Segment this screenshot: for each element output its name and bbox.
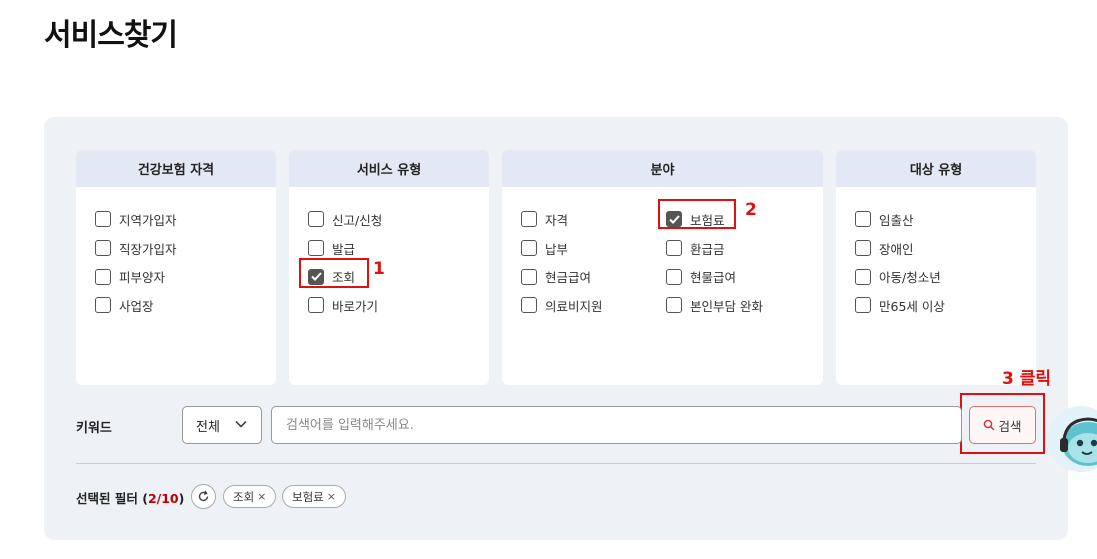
checkbox[interactable] [666,297,682,314]
option-label: 환급금 [690,241,725,257]
option-payment[interactable]: 납부 [521,234,666,263]
annotation-step-2: 2 [745,200,757,220]
filter-chip-label: 보험료 [292,489,324,504]
option-employee-subscriber[interactable]: 직장가입자 [95,234,276,263]
search-button[interactable]: 검색 [969,406,1036,444]
category-title: 건강보험 자격 [76,150,276,187]
option-refund[interactable]: 환급금 [666,234,806,263]
selected-filters-label: 선택된 필터 (2/10) [76,491,185,506]
annotation-highlight-premium [658,199,736,229]
annotation-highlight-inquiry [299,258,369,288]
search-input[interactable] [271,406,962,444]
search-button-label: 검색 [998,418,1022,434]
option-label: 자격 [545,212,569,228]
option-label: 발급 [332,241,356,257]
option-label: 사업장 [119,298,154,314]
filter-chip-label: 조회 [233,489,255,504]
option-copay-relief[interactable]: 본인부담 완화 [666,291,806,320]
checkbox[interactable] [521,297,537,314]
category-card-target-type: 대상 유형 임출산 장애인 아동/청소년 만65세 이상 [836,150,1036,385]
refresh-icon [198,490,209,502]
checkbox[interactable] [521,211,537,228]
category-title: 분야 [502,150,823,187]
checkbox[interactable] [95,297,111,314]
chevron-down-icon [235,420,247,428]
annotation-step-3: 3 클릭 [1002,369,1052,389]
filter-chip-premium[interactable]: 보험료 × [282,485,346,508]
option-label: 직장가입자 [119,241,177,257]
close-icon[interactable]: × [327,490,336,503]
keyword-label: 키워드 [76,421,112,436]
checkbox[interactable] [308,297,324,314]
option-label: 본인부담 완화 [690,298,763,314]
option-qualification[interactable]: 자격 [521,205,666,234]
option-pregnancy-birth[interactable]: 임출산 [855,205,1036,234]
page-title: 서비스찾기 [44,18,178,53]
option-shortcut[interactable]: 바로가기 [308,291,489,320]
annotation-step-1: 1 [373,259,385,279]
selected-filters-text: 선택된 필터 [76,491,138,506]
option-label: 지역가입자 [119,212,177,228]
option-disabled[interactable]: 장애인 [855,234,1036,263]
option-workplace[interactable]: 사업장 [95,291,276,320]
checkbox[interactable] [855,268,871,285]
option-label: 의료비지원 [545,298,603,314]
search-scope-select[interactable]: 전체 [182,406,262,444]
checkbox[interactable] [521,268,537,285]
reset-filters-button[interactable] [191,484,216,509]
checkbox[interactable] [95,240,111,257]
option-label: 신고/신청 [332,212,383,228]
option-label: 만65세 이상 [879,298,945,314]
checkbox[interactable] [308,240,324,257]
option-label: 납부 [545,241,569,257]
checkbox[interactable] [855,240,871,257]
checkbox[interactable] [855,297,871,314]
checkbox[interactable] [95,211,111,228]
option-regional-subscriber[interactable]: 지역가입자 [95,205,276,234]
divider [76,463,1036,464]
option-label: 바로가기 [332,298,379,314]
category-title: 대상 유형 [836,150,1036,187]
category-card-field: 분야 자격 보험료 납부 환급금 현금급여 현물급여 의료비지원 본인부담 완화 [502,150,823,385]
option-youth[interactable]: 아동/청소년 [855,262,1036,291]
checkbox[interactable] [666,240,682,257]
search-icon [984,419,995,431]
checkbox[interactable] [95,268,111,285]
option-label: 아동/청소년 [879,270,941,286]
option-medical-support[interactable]: 의료비지원 [521,291,666,320]
option-dependent[interactable]: 피부양자 [95,262,276,291]
category-title: 서비스 유형 [289,150,489,187]
option-label: 현금급여 [545,270,592,286]
close-icon[interactable]: × [257,490,266,503]
checkbox[interactable] [308,211,324,228]
checkbox[interactable] [521,240,537,257]
option-senior[interactable]: 만65세 이상 [855,291,1036,320]
checkbox[interactable] [855,211,871,228]
option-label: 임출산 [879,212,914,228]
search-scope-value: 전체 [196,419,220,435]
category-card-eligibility: 건강보험 자격 지역가입자 직장가입자 피부양자 사업장 [76,150,276,385]
option-cash-benefit[interactable]: 현금급여 [521,262,666,291]
checkbox[interactable] [666,268,682,285]
option-report-apply[interactable]: 신고/신청 [308,205,489,234]
option-in-kind-benefit[interactable]: 현물급여 [666,262,806,291]
selected-filters-count: 2/10 [147,491,179,506]
option-label: 장애인 [879,241,914,257]
option-label: 현물급여 [690,270,737,286]
option-label: 피부양자 [119,270,166,286]
filter-chip-inquiry[interactable]: 조회 × [223,485,277,508]
